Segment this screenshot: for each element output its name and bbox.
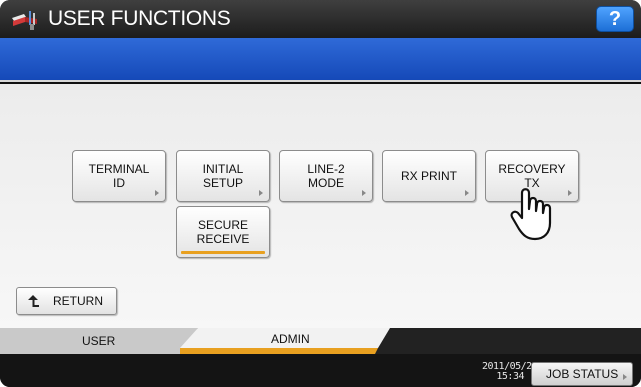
return-arrow-icon: [28, 295, 39, 307]
rx-print-button[interactable]: RX PRINT: [382, 150, 476, 202]
status-bar: 2011/05/24 15:34 JOB STATUS: [0, 354, 641, 387]
secure-receive-label: SECURE RECEIVE: [196, 218, 250, 246]
return-button[interactable]: RETURN: [16, 287, 117, 315]
tab-bar: USER ADMIN: [0, 328, 641, 354]
pointing-hand-icon: [510, 188, 552, 241]
rx-print-label: RX PRINT: [400, 169, 457, 183]
initial-setup-button[interactable]: INITIAL SETUP: [176, 150, 270, 202]
return-label: RETURN: [53, 294, 103, 308]
line-2-mode-label: LINE-2 MODE: [307, 162, 345, 190]
date-time: 2011/05/24 15:34: [482, 362, 538, 382]
line-2-mode-button[interactable]: LINE-2 MODE: [279, 150, 373, 202]
arrow-right-icon: [155, 190, 159, 196]
tab-admin[interactable]: ADMIN: [180, 328, 390, 354]
time-text: 15:34: [496, 371, 524, 382]
tab-admin-label: ADMIN: [271, 332, 310, 346]
secure-receive-button[interactable]: SECURE RECEIVE: [176, 206, 270, 258]
screen: USER FUNCTIONS ? TERMINAL ID INITIAL SET…: [0, 0, 641, 387]
arrow-right-icon: [465, 190, 469, 196]
tab-user[interactable]: USER: [0, 328, 198, 354]
tab-user-label: USER: [82, 334, 116, 348]
arrow-right-icon: [362, 190, 366, 196]
job-status-label: JOB STATUS: [546, 367, 619, 381]
arrow-right-icon: [623, 374, 627, 380]
arrow-right-icon: [259, 190, 263, 196]
arrow-right-icon: [568, 190, 572, 196]
page-title: USER FUNCTIONS: [48, 7, 231, 30]
initial-setup-label: INITIAL SETUP: [202, 162, 244, 190]
user-functions-icon: [12, 11, 37, 30]
terminal-id-label: TERMINAL ID: [88, 162, 150, 190]
job-status-button[interactable]: JOB STATUS: [531, 362, 633, 386]
terminal-id-button[interactable]: TERMINAL ID: [72, 150, 166, 202]
title-bar: USER FUNCTIONS ?: [0, 0, 641, 38]
help-button[interactable]: ?: [596, 6, 634, 32]
message-band: [0, 38, 641, 82]
